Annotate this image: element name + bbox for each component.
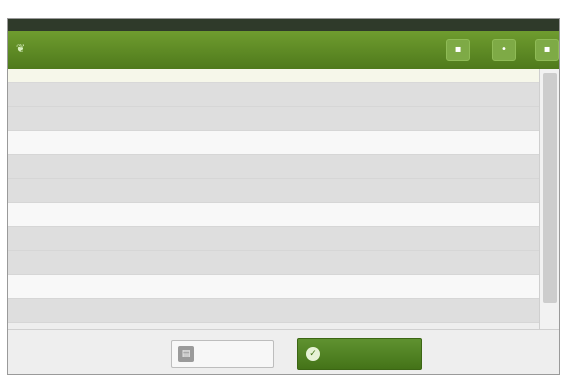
check-icon: ✓	[306, 347, 320, 361]
filter-icon: ▤	[178, 346, 194, 362]
dot-icon: •	[501, 44, 507, 55]
titlebar-button-right[interactable]: ▪	[535, 39, 559, 61]
scrollbar-thumb[interactable]	[543, 73, 557, 303]
list-item[interactable]	[8, 251, 539, 275]
scrollbar[interactable]	[539, 69, 559, 349]
titlebar: ❦ ▪ • ▪	[8, 31, 559, 69]
list-item[interactable]	[8, 107, 539, 131]
section-header	[8, 203, 539, 227]
list-item[interactable]	[8, 179, 539, 203]
list-item[interactable]	[8, 227, 539, 251]
section-header	[8, 275, 539, 299]
list-item[interactable]	[8, 155, 539, 179]
list-item[interactable]	[8, 83, 539, 107]
section-header	[8, 131, 539, 155]
filter-button[interactable]: ▤	[171, 340, 274, 368]
window-top-strip	[8, 19, 559, 31]
search-bar[interactable]	[8, 69, 539, 83]
titlebar-button-left[interactable]: ▪	[446, 39, 470, 61]
primary-action-button[interactable]: ✓	[297, 338, 422, 370]
app-window: ❦ ▪ • ▪ ▤ ✓	[7, 18, 560, 375]
leaf-icon: ❦	[16, 42, 26, 55]
titlebar-button-middle[interactable]: •	[492, 39, 516, 61]
settings-list	[8, 83, 539, 323]
square-icon: ▪	[454, 44, 462, 55]
list-item[interactable]	[8, 299, 539, 323]
footer-bar: ▤ ✓	[8, 329, 559, 374]
square-icon: ▪	[543, 44, 551, 55]
